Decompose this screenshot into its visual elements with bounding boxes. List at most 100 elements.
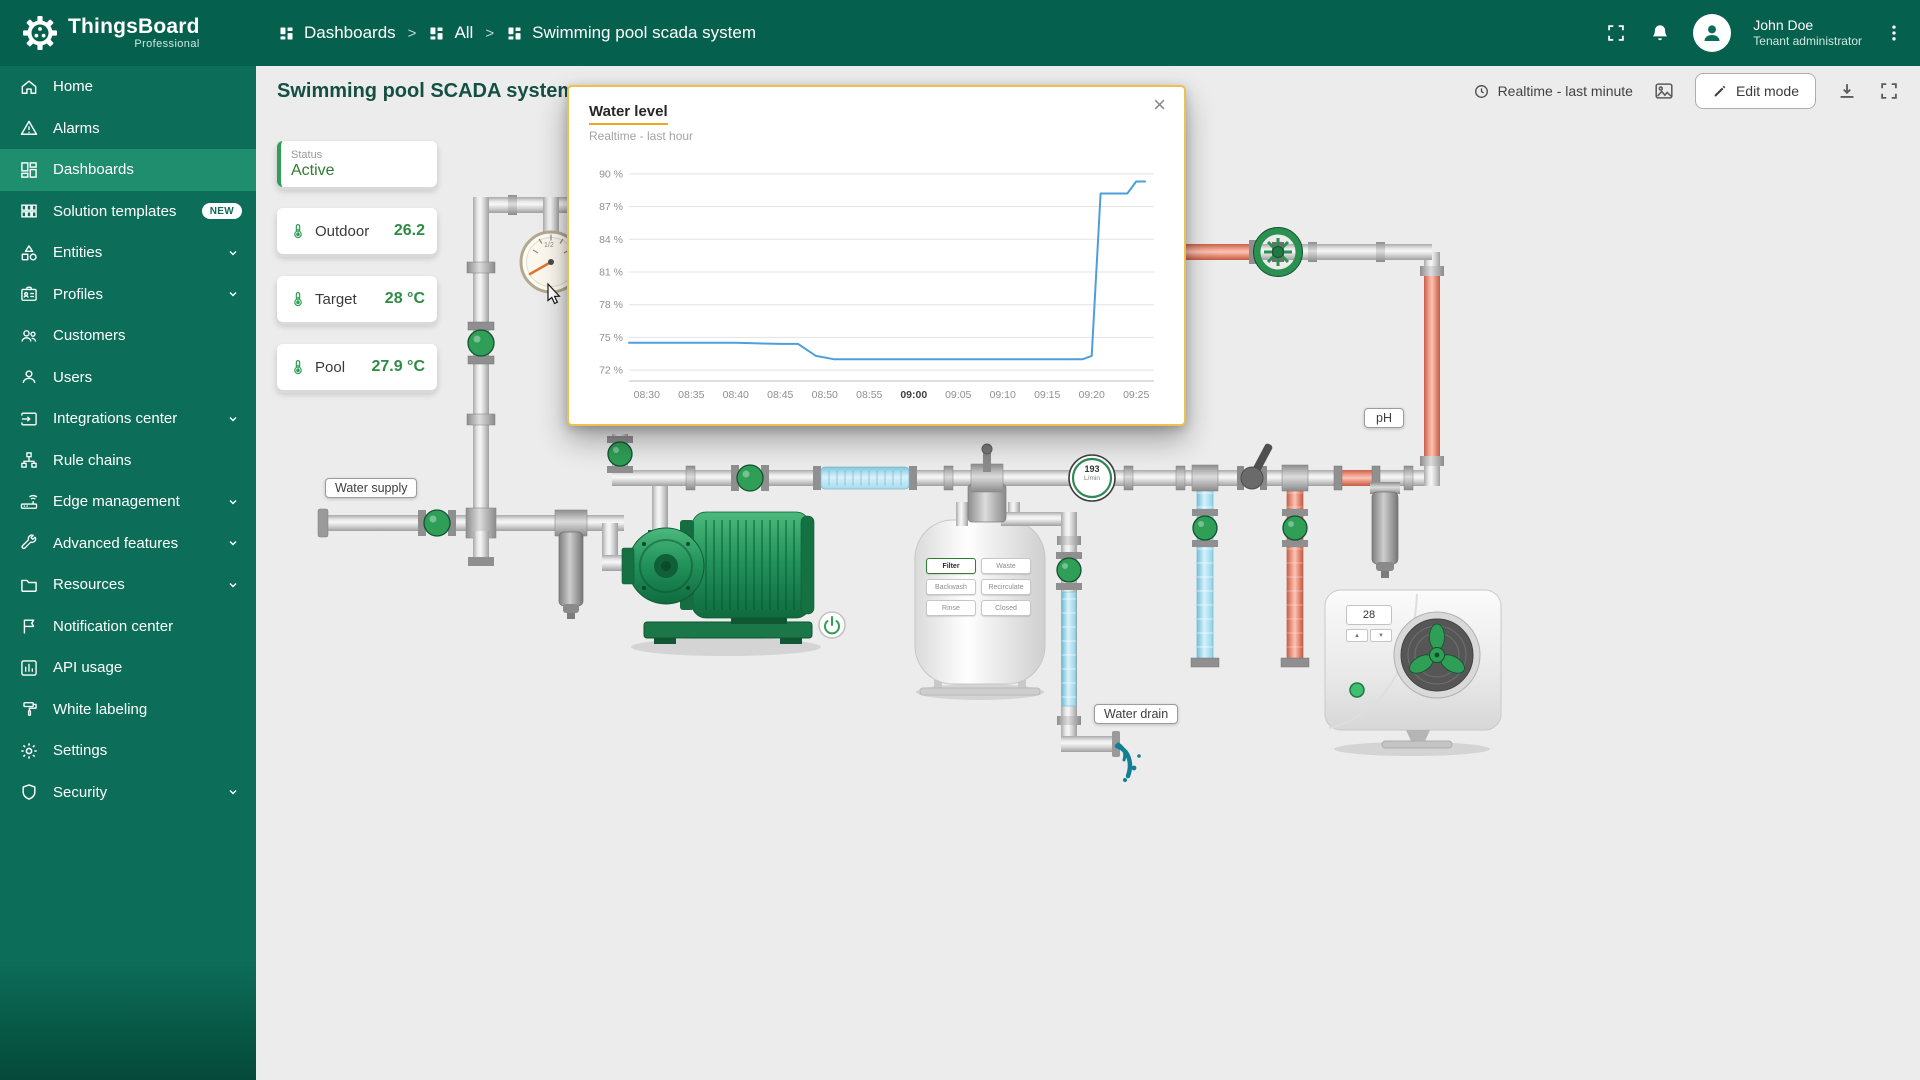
- image-export-button[interactable]: [1653, 80, 1675, 102]
- ball-valve[interactable]: [467, 321, 495, 365]
- svg-text:78 %: 78 %: [599, 299, 623, 311]
- close-button[interactable]: ×: [1147, 93, 1172, 117]
- svg-text:09:10: 09:10: [990, 389, 1016, 401]
- modal-subtitle: Realtime - last hour: [589, 129, 694, 143]
- sidebar-item-resources[interactable]: Resources: [0, 564, 256, 606]
- sidebar-item-profiles[interactable]: Profiles: [0, 274, 256, 316]
- sidebar-item-users[interactable]: Users: [0, 357, 256, 399]
- filter-mode-waste[interactable]: Waste: [981, 558, 1031, 574]
- sidebar-item-settings[interactable]: Settings: [0, 730, 256, 772]
- breadcrumb-dashboards[interactable]: Dashboards: [278, 23, 396, 43]
- flow-meter[interactable]: [1068, 454, 1116, 502]
- water-level-chart: 72 % 75 % 78 % 81 % 84 % 87 % 90 % 08:30 08:35 08…: [585, 153, 1170, 416]
- sidebar-item-api-usage[interactable]: API usage: [0, 647, 256, 689]
- sidebar-item-white-labeling[interactable]: White labeling: [0, 689, 256, 731]
- chevron-down-icon: [229, 499, 237, 505]
- sidebar-item-edge-management[interactable]: Edge management: [0, 481, 256, 523]
- breadcrumb-separator: >: [485, 24, 495, 42]
- fullscreen-button[interactable]: [1605, 22, 1627, 44]
- svg-text:75 %: 75 %: [599, 332, 623, 344]
- sidebar-item-advanced-features[interactable]: Advanced features: [0, 523, 256, 565]
- sidebar-item-solution-templates[interactable]: Solution templates NEW: [0, 191, 256, 233]
- svg-text:08:40: 08:40: [723, 389, 749, 401]
- sidebar-item-notification-center[interactable]: Notification center: [0, 606, 256, 648]
- advanced-features-icon: [21, 534, 37, 550]
- strainer-filter: [554, 509, 588, 619]
- breadcrumb-all[interactable]: All: [428, 23, 473, 43]
- brand-subtitle: Professional: [134, 38, 200, 51]
- top-header: ThingsBoard Professional Dashboards > Al…: [0, 0, 1920, 66]
- svg-text:90 %: 90 %: [599, 168, 623, 180]
- users-icon: [22, 370, 36, 384]
- chevron-down-icon: [229, 790, 237, 795]
- filter-mode-recirculate[interactable]: Recirculate: [981, 579, 1031, 595]
- dashboard-fullscreen-button[interactable]: [1878, 80, 1900, 102]
- filter-mode-filter[interactable]: Filter: [926, 558, 976, 574]
- new-badge: NEW: [201, 203, 242, 220]
- sidebar-item-security[interactable]: Security: [0, 772, 256, 814]
- resources-icon: [21, 579, 37, 592]
- ball-valve[interactable]: [731, 464, 769, 492]
- entities-icon: [21, 244, 37, 261]
- spinner-down-icon: ▼: [1378, 632, 1384, 639]
- user-icon: [1704, 25, 1720, 41]
- edit-pencil-icon: [1714, 85, 1726, 97]
- sidebar-item-home[interactable]: Home: [0, 66, 256, 108]
- water-drain-label: Water drain: [1094, 704, 1179, 724]
- download-icon: [1840, 84, 1854, 98]
- image-icon: [1655, 83, 1673, 99]
- user-info[interactable]: John Doe Tenant administrator: [1753, 17, 1862, 50]
- dashboards-icon: [508, 26, 521, 40]
- thingsboard-logo[interactable]: ThingsBoard Professional: [0, 15, 256, 51]
- sidebar-item-entities[interactable]: Entities: [0, 232, 256, 274]
- strainer-filter: [1370, 482, 1400, 578]
- svg-text:08:55: 08:55: [856, 389, 882, 401]
- ball-valve[interactable]: [1056, 552, 1082, 590]
- filter-mode-rinse[interactable]: Rinse: [926, 600, 976, 616]
- setpoint-up-button[interactable]: ▲: [1346, 629, 1368, 642]
- ball-valve[interactable]: [1192, 509, 1218, 547]
- edit-mode-button[interactable]: Edit mode: [1694, 73, 1816, 109]
- water-pump[interactable]: [621, 511, 815, 644]
- notifications-button[interactable]: [1649, 22, 1671, 44]
- alarms-icon: [20, 120, 38, 136]
- ball-valve[interactable]: [418, 509, 456, 537]
- svg-text:08:30: 08:30: [634, 389, 660, 401]
- breadcrumb-current[interactable]: Swimming pool scada system: [506, 23, 756, 43]
- filter-mode-closed[interactable]: Closed: [981, 600, 1031, 616]
- gauge-label: 1/2: [544, 242, 554, 249]
- svg-text:09:05: 09:05: [945, 389, 971, 401]
- user-role: Tenant administrator: [1753, 34, 1862, 49]
- thermometer-icon: [294, 292, 302, 307]
- more-menu-button[interactable]: [1884, 23, 1904, 43]
- svg-text:09:15: 09:15: [1034, 389, 1060, 401]
- download-button[interactable]: [1836, 80, 1858, 102]
- user-name: John Doe: [1753, 16, 1814, 33]
- timewindow-button[interactable]: Realtime - last minute: [1473, 83, 1633, 100]
- sidebar-item-alarms[interactable]: Alarms: [0, 108, 256, 150]
- sidebar-item-integrations-center[interactable]: Integrations center: [0, 398, 256, 440]
- gear-logo-icon: [23, 16, 57, 50]
- sidebar-item-customers[interactable]: Customers: [0, 315, 256, 357]
- chevron-down-icon: [229, 541, 237, 546]
- status-card: Status Active: [277, 141, 437, 187]
- filter-mode-backwash[interactable]: Backwash: [926, 579, 976, 595]
- ball-valve[interactable]: [607, 436, 633, 473]
- status-value: Active: [291, 161, 335, 179]
- chevron-down-icon: [229, 416, 237, 422]
- power-led: [1349, 682, 1365, 698]
- sidebar-item-dashboards[interactable]: Dashboards: [0, 149, 256, 191]
- svg-text:08:50: 08:50: [812, 389, 838, 401]
- rule-chains-icon: [21, 452, 37, 468]
- ball-valve[interactable]: [1282, 509, 1308, 547]
- setpoint-down-button[interactable]: ▼: [1370, 629, 1392, 642]
- chevron-down-icon: [229, 292, 237, 297]
- svg-text:84 %: 84 %: [599, 234, 623, 246]
- chevron-down-icon: [229, 582, 237, 588]
- spinner-up-icon: ▲: [1354, 632, 1360, 639]
- pump-power-button[interactable]: [818, 611, 846, 639]
- svg-text:72 %: 72 %: [599, 365, 623, 377]
- svg-text:08:45: 08:45: [767, 389, 793, 401]
- avatar[interactable]: [1693, 14, 1732, 52]
- sidebar-item-rule-chains[interactable]: Rule chains: [0, 440, 256, 482]
